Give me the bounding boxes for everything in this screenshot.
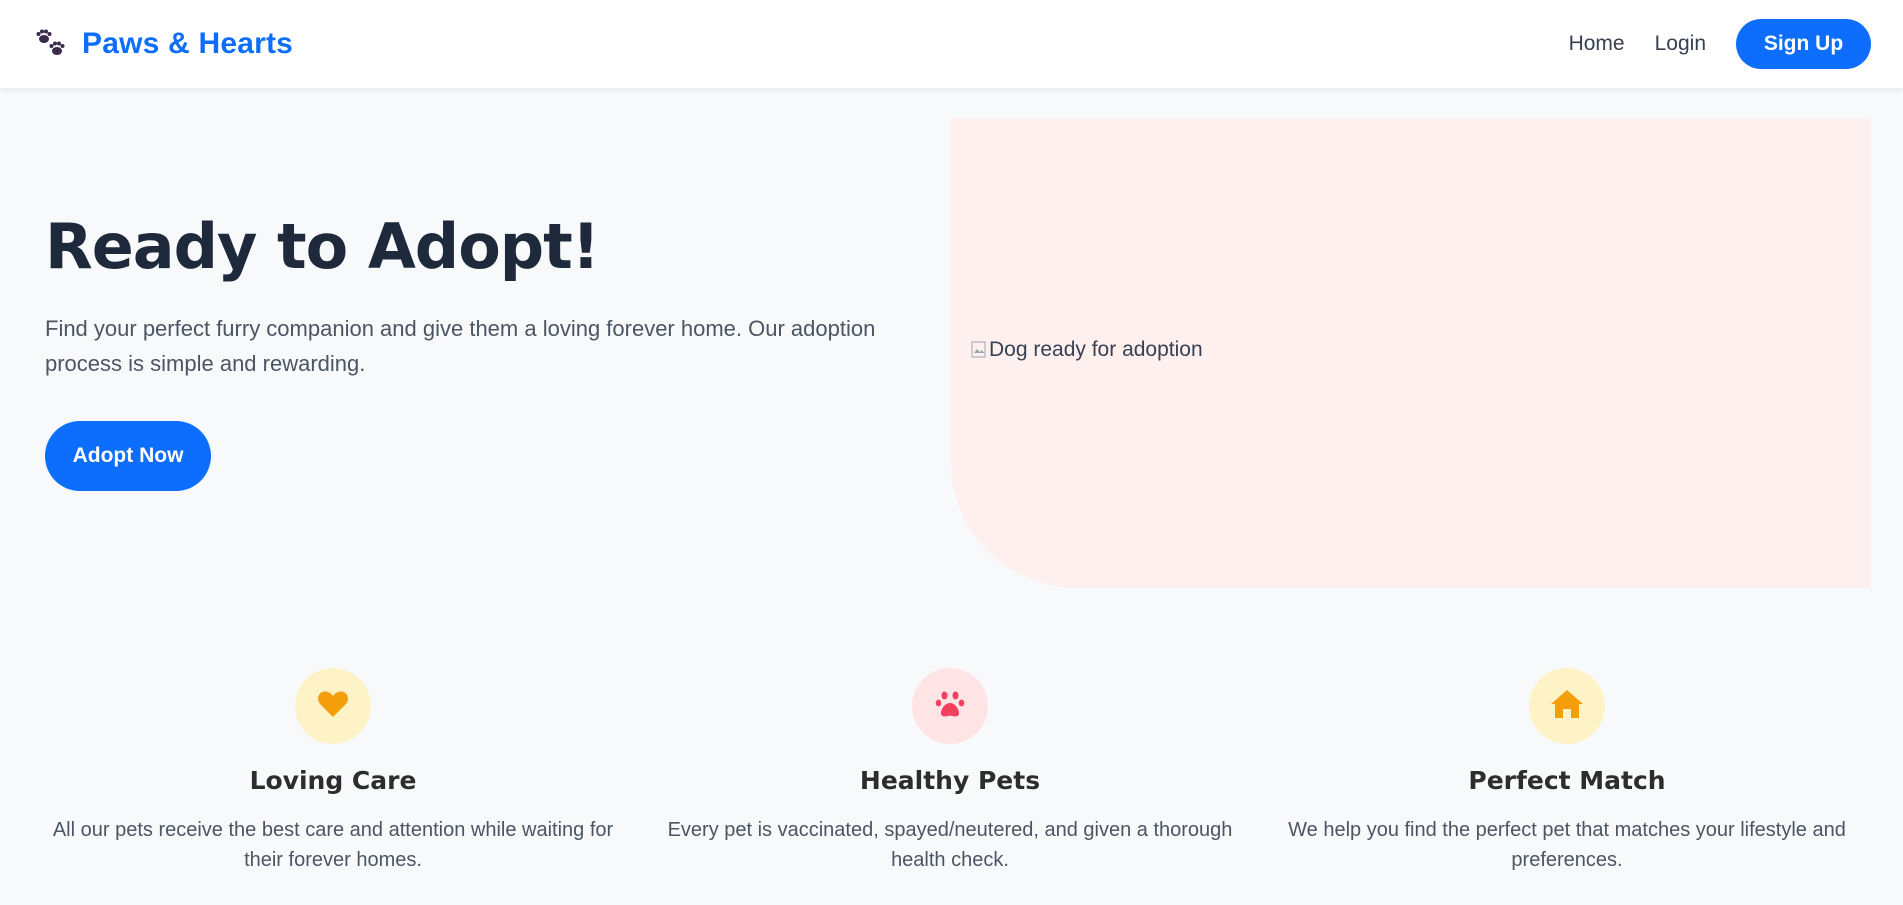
adopt-now-button[interactable]: Adopt Now bbox=[45, 421, 211, 491]
nav-home-link[interactable]: Home bbox=[1569, 32, 1625, 56]
feature-healthy-pets: Healthy Pets Every pet is vaccinated, sp… bbox=[655, 668, 1245, 875]
feature-loving-care: Loving Care All our pets receive the bes… bbox=[38, 668, 628, 875]
feature-icon-circle bbox=[1529, 668, 1605, 744]
navbar: Paws & Hearts Home Login Sign Up bbox=[0, 0, 1903, 88]
paw-prints-icon bbox=[34, 27, 68, 61]
feature-icon-circle bbox=[295, 668, 371, 744]
feature-text: We help you find the perfect pet that ma… bbox=[1288, 819, 1846, 871]
hero-title: Ready to Adopt! bbox=[45, 210, 600, 283]
feature-title: Healthy Pets bbox=[859, 766, 1041, 795]
paw-icon bbox=[935, 690, 965, 723]
nav-links: Home Login Sign Up bbox=[1569, 19, 1871, 69]
feature-title: Perfect Match bbox=[1468, 766, 1666, 795]
feature-text: Every pet is vaccinated, spayed/neutered… bbox=[667, 819, 1233, 871]
nav-login-link[interactable]: Login bbox=[1655, 32, 1706, 56]
feature-text: All our pets receive the best care and a… bbox=[52, 819, 614, 871]
signup-button[interactable]: Sign Up bbox=[1736, 19, 1871, 69]
hero-content: Ready to Adopt! Find your perfect furry … bbox=[45, 210, 925, 491]
brand[interactable]: Paws & Hearts bbox=[34, 27, 293, 61]
features-section: Loving Care All our pets receive the bes… bbox=[0, 668, 1903, 905]
hero-image-alt-text: Dog ready for adoption bbox=[989, 338, 1203, 361]
brand-title: Paws & Hearts bbox=[82, 27, 294, 60]
feature-title: Loving Care bbox=[249, 766, 417, 795]
feature-perfect-match: Perfect Match We help you find the perfe… bbox=[1272, 668, 1862, 875]
broken-image-icon bbox=[971, 341, 987, 359]
hero-image: Dog ready for adoption bbox=[951, 118, 1871, 588]
hero-description: Find your perfect furry companion and gi… bbox=[45, 316, 876, 376]
heart-icon bbox=[317, 690, 349, 723]
hero-image-alt: Dog ready for adoption bbox=[971, 338, 1203, 362]
feature-icon-circle bbox=[912, 668, 988, 744]
home-icon bbox=[1550, 689, 1584, 724]
